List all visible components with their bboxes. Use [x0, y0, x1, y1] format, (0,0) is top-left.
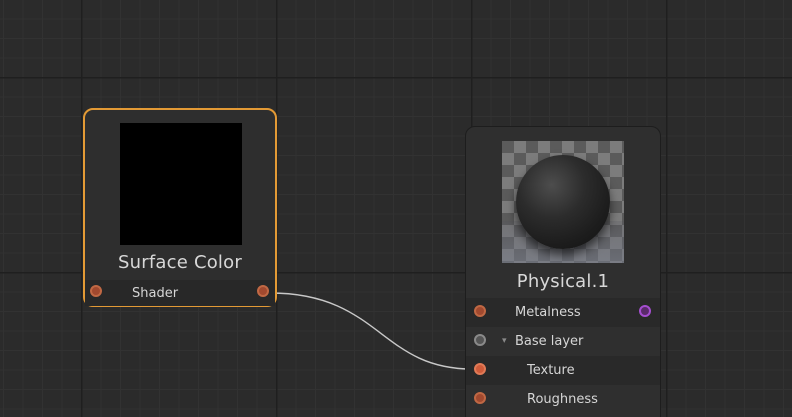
base-layer-input-port[interactable] [474, 333, 486, 346]
shader-output-port[interactable] [257, 285, 269, 297]
preview-sphere [516, 155, 610, 249]
physical-material-node[interactable]: Physical.1 Metalness ▾ Base layer Textur… [465, 126, 661, 417]
shader-output-row: Shader [85, 280, 275, 306]
metalness-label: Metalness [515, 305, 581, 320]
metalness-input-port[interactable] [474, 304, 486, 317]
color-preview [120, 123, 242, 245]
roughness-row[interactable]: Roughness [466, 385, 660, 414]
texture-row[interactable]: Texture [466, 356, 660, 385]
texture-label: Texture [527, 363, 575, 378]
roughness-label: Roughness [527, 392, 598, 407]
port-list: Metalness ▾ Base layer Texture Roughness [466, 298, 660, 414]
base-layer-row[interactable]: ▾ Base layer [466, 327, 660, 356]
base-layer-label: Base layer [515, 334, 584, 349]
expander-icon[interactable]: ▾ [502, 336, 507, 346]
metalness-row[interactable]: Metalness [466, 298, 660, 327]
surface-color-node[interactable]: Surface Color Shader [83, 108, 277, 307]
node-title: Surface Color [118, 252, 242, 273]
roughness-input-port[interactable] [474, 391, 486, 404]
metalness-output-port[interactable] [639, 304, 651, 317]
shader-label: Shader [132, 286, 179, 301]
node-editor-canvas[interactable]: Surface Color Shader Physical.1 Metalnes… [0, 0, 792, 417]
texture-input-port[interactable] [474, 362, 486, 375]
connection-wire[interactable] [269, 292, 473, 370]
material-preview [502, 141, 624, 263]
node-title: Physical.1 [516, 271, 610, 292]
input-port[interactable] [90, 285, 102, 297]
